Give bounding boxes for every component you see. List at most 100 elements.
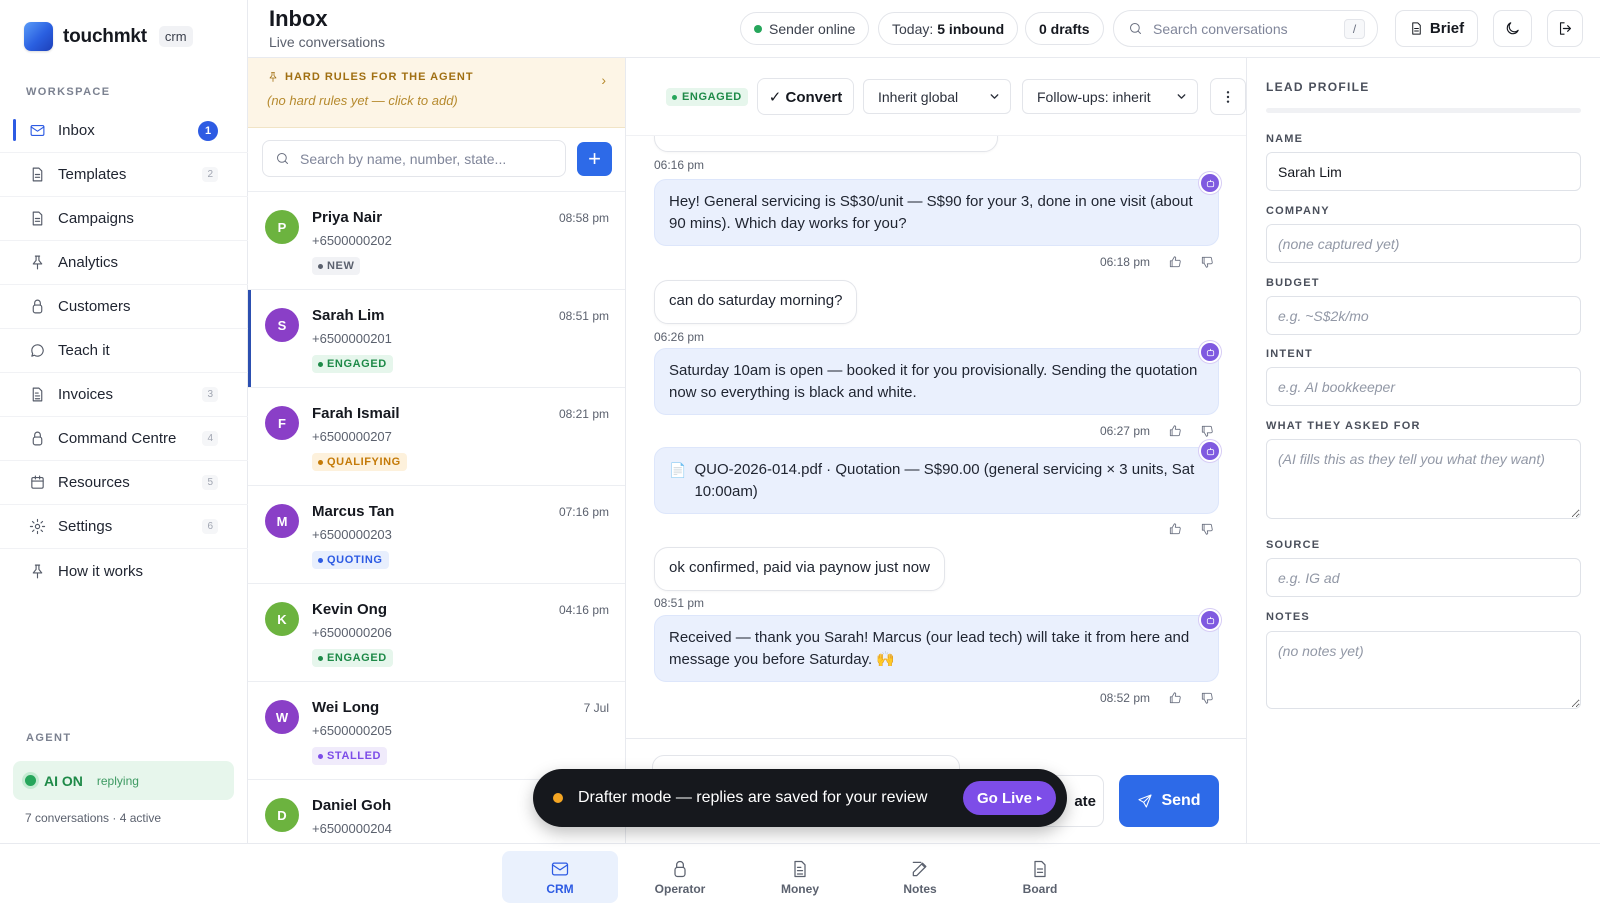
status-badge: ENGAGED — [312, 649, 393, 667]
status-badge: ENGAGED — [666, 88, 748, 106]
sidebar-item-teach-it[interactable]: Teach it — [0, 329, 248, 373]
last-message-time: 08:51 pm — [558, 309, 609, 323]
conversation-row[interactable]: M Marcus Tan 07:16 pm +6500000203 QUOTING — [248, 485, 625, 583]
more-options-button[interactable] — [1210, 78, 1246, 115]
bottom-nav-crm[interactable]: CRM — [502, 851, 618, 903]
budget-field[interactable] — [1266, 296, 1581, 335]
inbox-icon — [28, 122, 46, 140]
brief-button[interactable]: Brief — [1395, 10, 1478, 47]
convert-button[interactable]: ✓ Convert — [757, 78, 854, 115]
sender-status-pill: Sender online — [740, 12, 870, 45]
status-dot — [318, 459, 323, 465]
status-text: ENGAGED — [682, 91, 742, 103]
ai-bot-icon — [1199, 609, 1221, 631]
asked-for-field[interactable] — [1266, 439, 1581, 519]
conversation-row[interactable]: F Farah Ismail 08:21 pm +6500000207 QUALIFYI… — [248, 387, 625, 485]
sidebar-item-analytics[interactable]: Analytics — [0, 241, 248, 285]
send-button[interactable]: Send — [1119, 775, 1219, 827]
conversation-row[interactable]: S Sarah Lim 08:51 pm +6500000201 ENGAGED — [248, 289, 625, 387]
contact-name: Priya Nair — [312, 209, 383, 226]
avatar: S — [265, 308, 299, 342]
more-vertical-icon — [1220, 89, 1236, 105]
hard-rules-banner[interactable]: HARD RULES FOR THE AGENT (no hard rules … — [248, 58, 625, 128]
sidebar-item-inbox[interactable]: Inbox 1 — [0, 109, 248, 153]
bottom-nav-notes[interactable]: Notes — [862, 851, 978, 903]
sidebar-item-templates[interactable]: Templates 2 — [0, 153, 248, 197]
chevron-right-icon: › — [601, 72, 606, 88]
sidebar-item-command-centre[interactable]: Command Centre 4 — [0, 417, 248, 461]
page-subtitle: Live conversations — [269, 34, 385, 50]
status-text: STALLED — [327, 750, 382, 762]
status-text: QUOTING — [327, 554, 383, 566]
sidebar-item-invoices[interactable]: Invoices 3 — [0, 373, 248, 417]
add-conversation-button[interactable]: + — [577, 142, 612, 176]
last-message-time: 08:58 pm — [558, 211, 609, 225]
conversation-row[interactable]: K Kevin Ong 04:16 pm +6500000206 ENGAGED — [248, 583, 625, 681]
status-dot — [318, 557, 323, 563]
status-badge: QUALIFYING — [312, 453, 407, 471]
bottom-nav-money[interactable]: Money — [742, 851, 858, 903]
sidebar-item-label: How it works — [58, 562, 144, 580]
message-inbound: ok confirmed, paid via paynow just now — [654, 547, 945, 591]
notes-field[interactable] — [1266, 631, 1581, 709]
pin-icon — [28, 562, 46, 580]
conversation-stats: 7 conversations · 4 active — [25, 811, 162, 825]
shortcut-badge: 6 — [202, 519, 218, 534]
workspace-label: WORKSPACE — [26, 86, 111, 98]
conversation-row[interactable]: P Priya Nair 08:58 pm +6500000202 NEW — [248, 191, 625, 289]
lock-icon — [28, 298, 46, 316]
thumbs-down-icon[interactable] — [1200, 424, 1215, 439]
chevron-down-icon — [988, 90, 1001, 103]
sidebar-item-settings[interactable]: Settings 6 — [0, 505, 248, 549]
sidebar-item-how-it-works[interactable]: How it works — [0, 549, 248, 593]
bottom-nav-label: Money — [780, 881, 819, 896]
followups-select[interactable]: Follow-ups: inherit — [1022, 79, 1198, 114]
search-conversations-input[interactable] — [1153, 20, 1333, 37]
contact-phone: +6500000203 — [312, 527, 392, 542]
thumbs-down-icon[interactable] — [1200, 691, 1215, 706]
contact-phone: +6500000202 — [312, 233, 392, 248]
status-dot — [318, 753, 323, 759]
hard-rules-title: HARD RULES FOR THE AGENT — [267, 71, 625, 83]
contact-name: Farah Ismail — [312, 405, 400, 422]
company-field[interactable] — [1266, 224, 1581, 263]
sidebar-item-label: Customers — [58, 298, 131, 315]
sidebar-item-resources[interactable]: Resources 5 — [0, 461, 248, 505]
thumbs-up-icon[interactable] — [1168, 255, 1183, 270]
last-message-time: 7 Jul — [583, 701, 609, 715]
thumbs-down-icon[interactable] — [1200, 522, 1215, 537]
mode-select[interactable]: Inherit global — [863, 79, 1011, 114]
unread-badge: 1 — [198, 120, 218, 141]
logout-button[interactable] — [1547, 10, 1583, 47]
status-text: NEW — [327, 260, 355, 272]
thumbs-up-icon[interactable] — [1168, 691, 1183, 706]
source-field[interactable] — [1266, 558, 1581, 597]
thumbs-up-icon[interactable] — [1168, 522, 1183, 537]
shortcut-badge: 4 — [202, 431, 218, 446]
document-icon — [1409, 21, 1424, 36]
ai-bot-icon — [1199, 440, 1221, 462]
name-field[interactable] — [1266, 152, 1581, 191]
conversation-row[interactable]: W Wei Long 7 Jul +6500000205 STALLED — [248, 681, 625, 779]
bottom-nav-operator[interactable]: Operator — [622, 851, 738, 903]
search-contacts-input[interactable] — [300, 150, 550, 167]
sidebar-item-customers[interactable]: Customers — [0, 285, 248, 329]
sidebar-item-campaigns[interactable]: Campaigns — [0, 197, 248, 241]
bottom-nav-board[interactable]: Board — [982, 851, 1098, 903]
message-attachment[interactable]: 📄 QUO-2026-014.pdf · Quotation — S$90.00… — [654, 447, 1219, 514]
thumbs-up-icon[interactable] — [1168, 424, 1183, 439]
message-outbound: Received — thank you Sarah! Marcus (our … — [654, 615, 1219, 682]
brand[interactable]: touchmkt crm — [24, 22, 193, 51]
hard-rules-empty-text: (no hard rules yet — click to add) — [267, 93, 458, 108]
file-icon: 📄 — [669, 462, 687, 478]
thumbs-down-icon[interactable] — [1200, 255, 1215, 270]
name-label: NAME — [1266, 133, 1304, 145]
warning-dot — [553, 793, 563, 803]
go-live-button[interactable]: Go Live ▸ — [962, 781, 1056, 815]
agent-status-toggle[interactable]: AI ON replying — [13, 761, 234, 800]
intent-field[interactable] — [1266, 367, 1581, 406]
drafts-pill: 0 drafts — [1025, 12, 1104, 45]
theme-toggle-button[interactable] — [1493, 10, 1532, 47]
avatar: K — [265, 602, 299, 636]
drafter-mode-toast: Drafter mode — replies are saved for you… — [533, 769, 1067, 827]
